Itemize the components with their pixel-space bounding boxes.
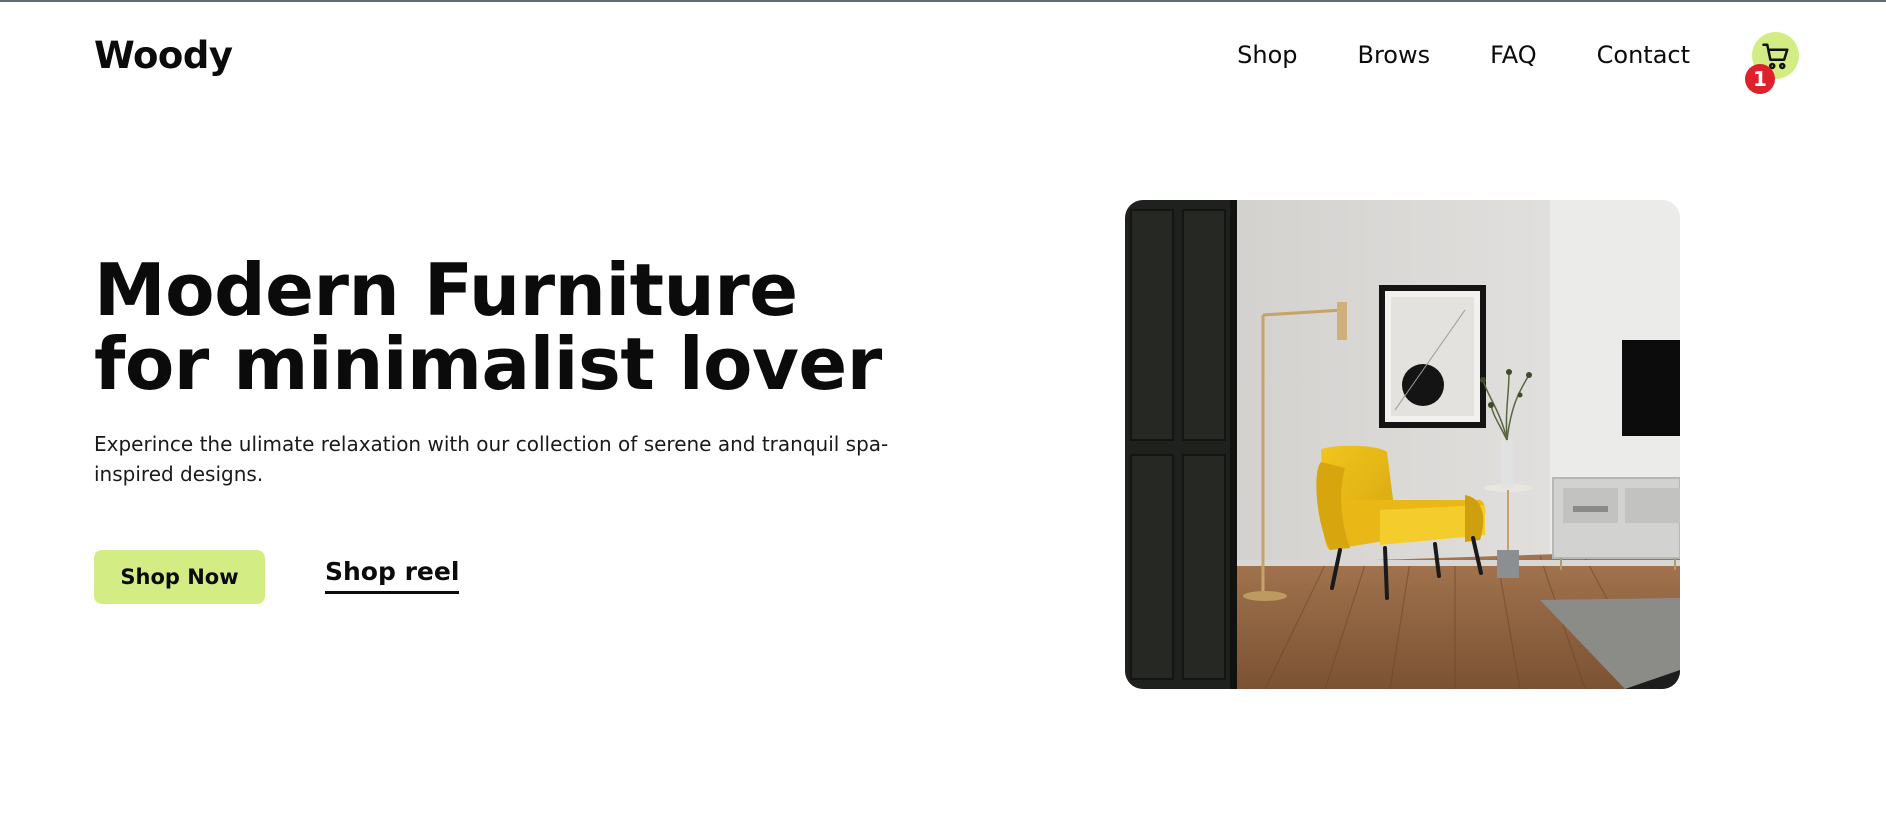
- shop-reel-link[interactable]: Shop reel: [325, 557, 460, 594]
- nav-link-contact[interactable]: Contact: [1597, 38, 1690, 72]
- cart-count-badge: 1: [1745, 64, 1775, 94]
- nav-link-faq[interactable]: FAQ: [1490, 38, 1537, 72]
- nav-link-shop[interactable]: Shop: [1237, 38, 1297, 72]
- living-room-illustration: [1125, 200, 1680, 689]
- nav-link-brows[interactable]: Brows: [1358, 38, 1431, 72]
- main-nav: Shop Brows FAQ Contact: [1237, 38, 1690, 72]
- hero-subtitle: Experince the ulimate relaxation with ou…: [94, 432, 889, 486]
- top-border: [0, 0, 1886, 2]
- hero-image: [1125, 200, 1680, 689]
- shop-now-button[interactable]: Shop Now: [94, 550, 265, 604]
- brand-logo[interactable]: Woody: [94, 33, 233, 79]
- hero-title: Modern Furniture for minimalist lover: [94, 248, 882, 406]
